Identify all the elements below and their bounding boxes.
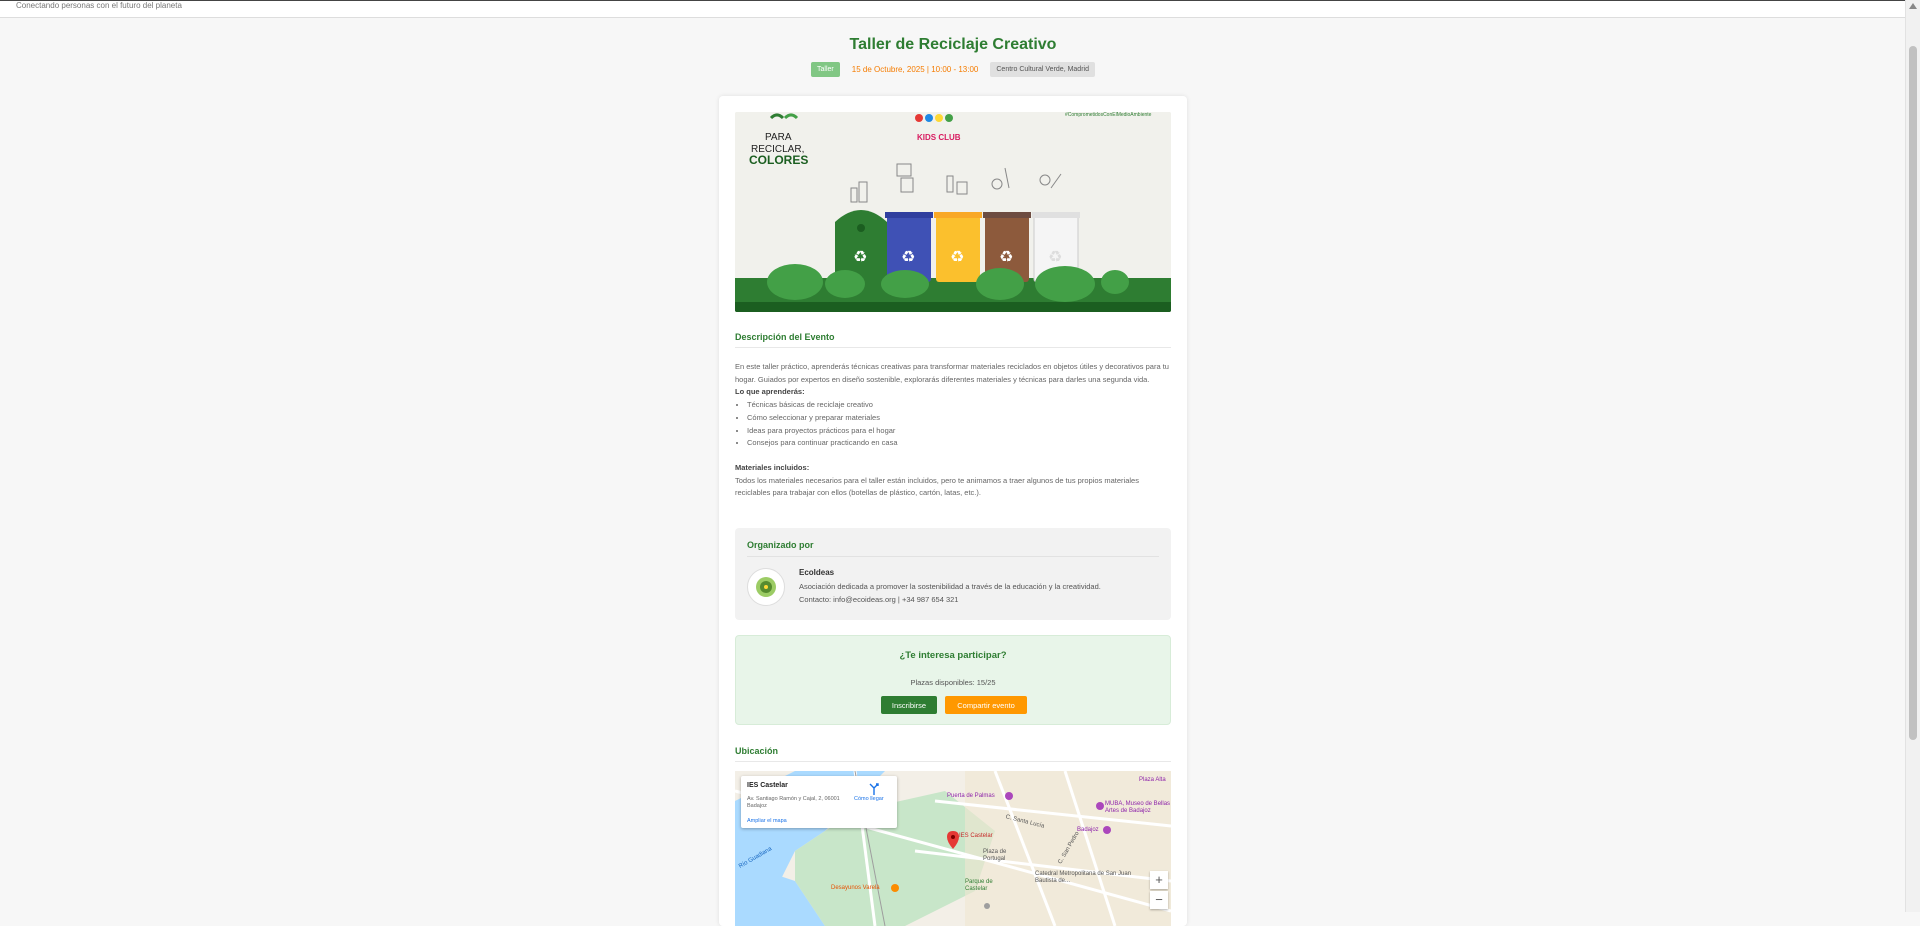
description-intro: En este taller práctico, aprenderás técn… (735, 362, 1169, 384)
svg-text:♻: ♻ (999, 247, 1013, 266)
map-label-muba[interactable]: MUBA, Museo de Bellas Artes de Badajoz (1105, 801, 1171, 815)
organizer-name: EcoIdeas (799, 568, 835, 577)
scroll-up-arrow-icon[interactable] (1909, 3, 1917, 9)
recycling-bins-illustration: ♻ ♻ ♻ ♻ ♻ (835, 210, 1080, 283)
participation-box: ¿Te interesa participar? Plazas disponib… (735, 635, 1171, 725)
svg-text:♻: ♻ (853, 247, 867, 266)
event-card: PARA RECICLAR, COLORES KIDS CLUB #Compro… (719, 96, 1187, 926)
list-item: Técnicas básicas de reciclaje creativo (747, 399, 1171, 412)
svg-text:♻: ♻ (1048, 247, 1062, 266)
event-category-badge: Taller (811, 62, 840, 77)
svg-text:♻: ♻ (901, 247, 915, 266)
vertical-scrollbar[interactable] (1905, 0, 1920, 912)
site-tagline: Conectando personas con el futuro del pl… (16, 1, 182, 10)
map-label-plaza-portugal: Plaza de Portugal (983, 849, 1007, 862)
map-place-address: Av. Santiago Ramón y Cajal, 2, 06001 Bad… (747, 796, 840, 809)
location-map[interactable]: IES Castelar MUBA, Museo de Bellas Artes… (735, 771, 1171, 926)
scroll-thumb[interactable] (1909, 46, 1917, 740)
organizer-heading: Organizado por (747, 540, 1159, 557)
list-item: Cómo seleccionar y preparar materiales (747, 412, 1171, 425)
location-heading: Ubicación (735, 746, 1171, 762)
materials-heading: Materiales incluidos: (735, 462, 810, 472)
event-datetime: 15 de Octubre, 2025 | 10:00 - 13:00 (851, 65, 979, 74)
map-label-badajoz[interactable]: Badajoz (1077, 827, 1099, 833)
directions-icon[interactable] (867, 782, 881, 796)
organizer-description: Asociación dedicada a promover la sosten… (799, 582, 1101, 591)
register-button[interactable]: Inscribirse (881, 696, 937, 714)
learn-heading: Lo que aprenderás: (735, 387, 805, 397)
svg-text:♻: ♻ (950, 247, 964, 266)
hero-brand: KIDS CLUB (917, 133, 961, 142)
share-event-button[interactable]: Compartir evento (945, 696, 1027, 714)
directions-link[interactable]: Cómo llegar (854, 796, 884, 802)
map-label-plaza-alta[interactable]: Plaza Alta (1139, 777, 1166, 783)
list-item: Consejos para continuar practicando en c… (747, 437, 1171, 450)
hero-title-line-1: PARA (765, 132, 792, 143)
hero-hashtag: #ComprometidosConElMedioAmbiente (1065, 112, 1152, 118)
zoom-in-button[interactable]: + (1150, 871, 1168, 889)
map-pin-label: IES Castelar (959, 833, 993, 839)
zoom-out-button[interactable]: − (1150, 891, 1168, 909)
event-venue-badge: Centro Cultural Verde, Madrid (990, 62, 1095, 77)
organizer-contact[interactable]: Contacto: info@ecoideas.org | +34 987 65… (799, 595, 958, 604)
organizer-logo (747, 568, 785, 606)
enlarge-map-link[interactable]: Ampliar el mapa (747, 818, 787, 824)
map-place-card: IES Castelar Av. Santiago Ramón y Cajal,… (741, 776, 897, 828)
event-title: Taller de Reciclaje Creativo (849, 36, 1057, 53)
hero-title-line-3: COLORES (749, 153, 808, 167)
organizer-box: Organizado por EcoIdeas Asociación dedic… (735, 528, 1171, 620)
map-label-catedral[interactable]: Catedral Metropolitana de San Juan Bauti… (1035, 871, 1139, 885)
list-item: Ideas para proyectos prácticos para el h… (747, 425, 1171, 438)
map-label-parque: Parque de Castelar (965, 879, 993, 892)
event-description: En este taller práctico, aprenderás técn… (735, 361, 1171, 500)
event-meta: Taller 15 de Octubre, 2025 | 10:00 - 13:… (0, 62, 1906, 77)
site-header: Conectando personas con el futuro del pl… (0, 0, 1920, 18)
map-place-name: IES Castelar (747, 782, 788, 789)
event-hero-image: PARA RECICLAR, COLORES KIDS CLUB #Compro… (735, 112, 1171, 312)
materials-text: Todos los materiales necesarios para el … (735, 475, 1139, 498)
learn-list: Técnicas básicas de reciclaje creativo C… (735, 399, 1171, 450)
description-heading: Descripción del Evento (735, 332, 1171, 348)
map-label-puerta[interactable]: Puerta de Palmas (947, 793, 995, 799)
map-label-desayunos[interactable]: Desayunos Varelà (831, 885, 880, 891)
available-seats: Plazas disponibles: 15/25 (910, 678, 996, 687)
participation-heading: ¿Te interesa participar? (899, 650, 1007, 661)
